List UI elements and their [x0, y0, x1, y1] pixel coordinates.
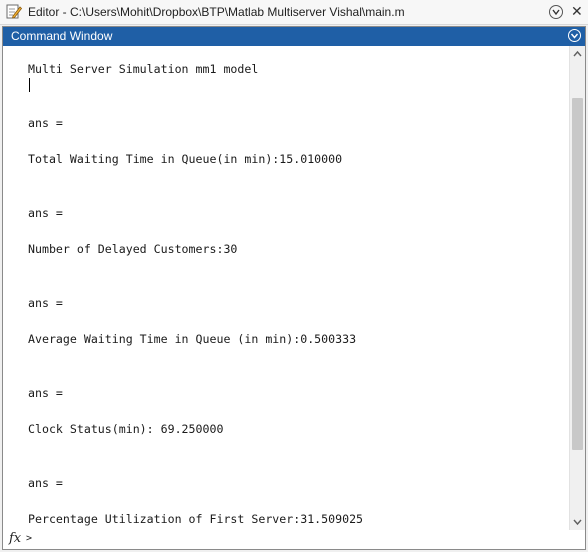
output-line: ans =: [28, 206, 63, 220]
vertical-scrollbar[interactable]: [569, 46, 585, 530]
output-line: ans =: [28, 386, 63, 400]
output-line: Average Waiting Time in Queue (in min):0…: [28, 332, 357, 346]
output-line: ans =: [28, 116, 63, 130]
output-line: Multi Server Simulation mm1 model: [28, 62, 259, 76]
scrollbar-thumb[interactable]: [572, 98, 583, 450]
command-window-output[interactable]: Multi Server Simulation mm1 model ans = …: [3, 46, 569, 530]
text-caret: [29, 78, 30, 92]
editor-title: Editor - C:\Users\Mohit\Dropbox\BTP\Matl…: [28, 5, 405, 19]
output-line: Total Waiting Time in Queue(in min):15.0…: [28, 152, 343, 166]
output-line: ans =: [28, 296, 63, 310]
fx-function-icon[interactable]: fx: [9, 531, 21, 546]
command-window-header: Command Window: [3, 27, 585, 46]
command-window-title: Command Window: [11, 29, 113, 43]
matlab-window: Editor - C:\Users\Mohit\Dropbox\BTP\Matl…: [0, 0, 588, 552]
scroll-down-arrow-icon[interactable]: [570, 514, 585, 530]
prompt-symbol: >: [26, 533, 33, 544]
output-line: ans =: [28, 476, 63, 490]
output-line: Percentage Utilization of First Server:3…: [28, 512, 364, 526]
editor-close-button[interactable]: ✕: [571, 3, 583, 19]
output-line: Clock Status(min): 69.250000: [28, 422, 224, 436]
command-window-panel: Command Window Multi Server Simulation m…: [2, 26, 586, 550]
pencil-edit-icon: [6, 4, 23, 20]
scroll-up-arrow-icon[interactable]: [570, 46, 585, 62]
command-window-menu-button[interactable]: [568, 29, 581, 42]
output-line: Number of Delayed Customers:30: [28, 242, 238, 256]
command-prompt-row[interactable]: fx >: [3, 530, 585, 549]
editor-menu-button[interactable]: [549, 5, 563, 19]
editor-title-bar[interactable]: Editor - C:\Users\Mohit\Dropbox\BTP\Matl…: [0, 0, 588, 25]
